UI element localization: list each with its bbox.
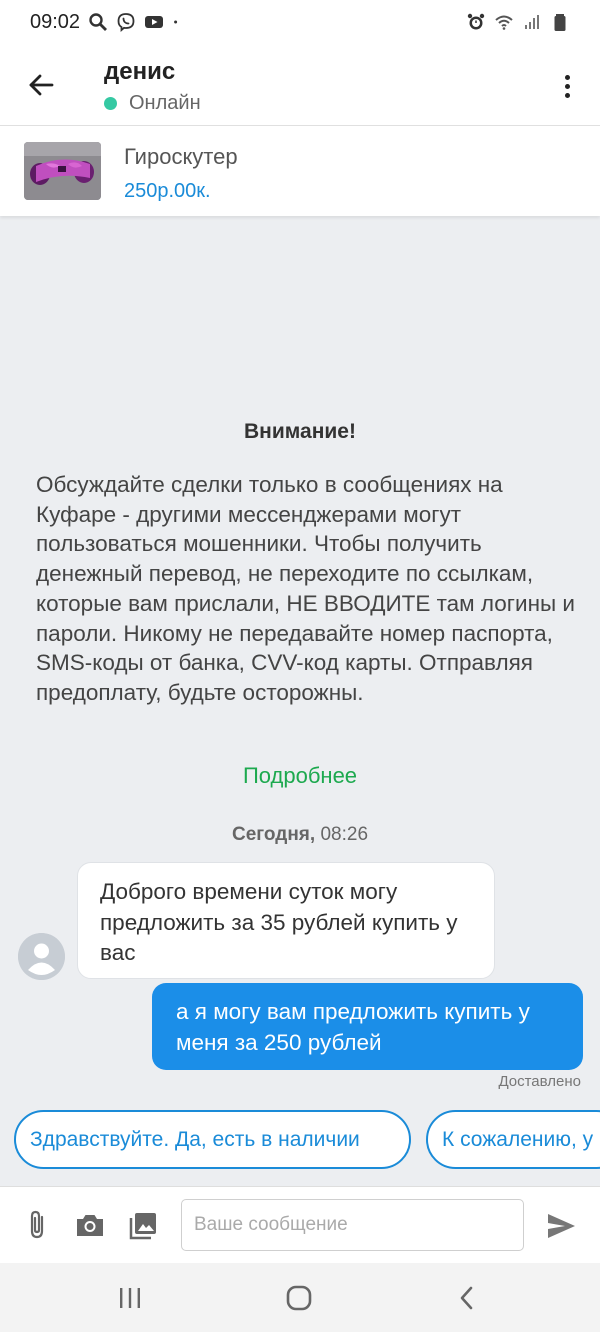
battery-icon [554,14,566,31]
details-link[interactable]: Подробнее [0,763,600,789]
more-vert-icon [564,74,570,80]
chat-header: денис Онлайн [0,44,600,126]
recent-apps-icon [120,1288,140,1308]
status-time: 09:02 [30,10,81,33]
arrow-left-icon [29,74,54,96]
online-indicator-icon [104,97,117,110]
send-icon[interactable] [545,1210,577,1242]
outgoing-message: а я могу вам предложить купить у меня за… [152,983,583,1070]
date-day: Сегодня, [231,824,316,845]
wifi-icon [495,15,513,30]
viber-icon [117,13,135,32]
product-price: 250р.00к. [124,180,211,202]
user-avatar-icon [18,933,65,980]
signal-icon [525,15,539,29]
incoming-message: Доброго времени суток могу предложить за… [77,862,495,979]
product-title: Гироскутер [124,144,238,169]
attach-icon[interactable] [22,1209,54,1241]
dot-icon [174,20,178,24]
date-time: 08:26 [320,824,369,845]
message-input[interactable] [181,1199,524,1251]
warning-text: Обсуждайте сделки только в сообщениях на… [36,472,575,705]
status-right-icons [466,12,570,32]
hoverboard-image [24,142,101,200]
more-vert-dot [564,83,570,89]
delivery-status: Доставлено [498,1073,581,1090]
warning-title: Внимание! [244,420,356,443]
camera-icon[interactable] [74,1209,106,1241]
system-nav-bar [0,1263,600,1332]
avatar [18,933,65,980]
quick-reply-chip[interactable]: Здравствуйте. Да, есть в наличии [14,1110,411,1169]
contact-status: Онлайн [104,92,201,115]
gallery-icon[interactable] [127,1209,159,1241]
message-input-bar [0,1186,600,1263]
home-icon [286,1285,312,1311]
youtube-icon [145,16,164,28]
quick-replies: Здравствуйте. Да, есть в наличии К сожал… [14,1110,600,1170]
search-icon [89,13,108,31]
more-vert-dot [564,92,570,98]
status-label: Онлайн [129,92,201,114]
product-thumbnail [24,142,101,200]
recent-apps-button[interactable] [110,1281,150,1315]
chevron-left-icon [460,1286,473,1310]
status-left-icons [88,12,184,32]
alarm-icon [467,13,485,30]
product-card[interactable]: Гироскутер 250р.00к. [0,126,600,216]
contact-name: денис [104,58,176,85]
nav-back-button[interactable] [447,1281,487,1315]
back-button[interactable] [22,66,60,104]
home-button[interactable] [279,1281,319,1315]
more-menu-button[interactable] [552,68,582,104]
date-separator: Сегодня, 08:26 [0,824,600,846]
quick-reply-chip[interactable]: К сожалению, у [426,1110,600,1169]
status-bar: 09:02 [0,0,600,44]
